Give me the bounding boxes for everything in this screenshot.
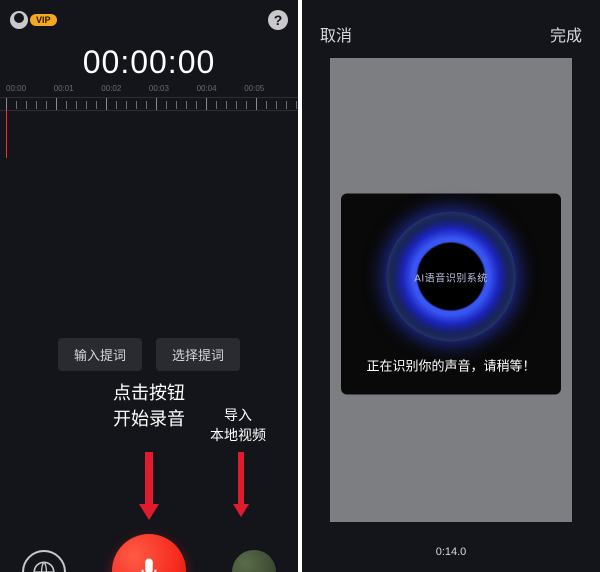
top-bar: VIP ? xyxy=(10,10,288,30)
record-button[interactable] xyxy=(112,534,186,572)
vip-badge: VIP xyxy=(30,14,57,26)
ruler-tick-label: 00:02 xyxy=(101,84,149,93)
done-button[interactable]: 完成 xyxy=(550,22,582,46)
timer-display: 00:00:00 xyxy=(0,44,298,81)
cancel-button[interactable]: 取消 xyxy=(320,22,352,46)
import-video-button[interactable] xyxy=(232,550,276,572)
ruler-tick-label: 00:01 xyxy=(54,84,102,93)
ai-modal: AI语音识别系统 正在识别你的声音，请稍等！ xyxy=(341,194,561,395)
timeline-ruler[interactable]: 00:00 00:01 00:02 00:03 00:04 00:05 xyxy=(0,84,298,154)
modal-message: 正在识别你的声音，请稍等！ xyxy=(353,356,549,375)
prompt-button-row: 输入提词 选择提词 xyxy=(0,338,298,371)
ruler-tick-label: 00:03 xyxy=(149,84,197,93)
ruler-tick-label: 00:00 xyxy=(6,84,54,93)
globe-icon xyxy=(31,559,57,572)
ai-recognition-screen: 取消 完成 AI语音识别系统 正在识别你的声音，请稍等！ 0:14.0 xyxy=(302,0,600,572)
select-prompt-button[interactable]: 选择提词 xyxy=(156,338,240,371)
recording-screen: VIP ? 00:00:00 00:00 00:01 00:02 00:03 0… xyxy=(0,0,298,572)
ruler-tick-label: 00:05 xyxy=(244,84,292,93)
arrow-to-record-icon xyxy=(140,452,158,520)
ruler-labels: 00:00 00:01 00:02 00:03 00:04 00:05 xyxy=(0,84,298,93)
time-readout: 0:14.0 xyxy=(302,546,600,558)
record-hint-line: 点击按钮 xyxy=(0,380,298,406)
orb-label: AI语音识别系统 xyxy=(414,269,487,284)
ruler-tick-label: 00:04 xyxy=(197,84,245,93)
mic-icon xyxy=(134,556,164,572)
globe-button[interactable] xyxy=(22,550,66,572)
ai-orb-icon: AI语音识别系统 xyxy=(386,212,516,342)
input-prompt-button[interactable]: 输入提词 xyxy=(58,338,142,371)
import-hint-line: 导入 xyxy=(210,406,266,426)
top-bar: 取消 完成 xyxy=(302,0,600,46)
vip-indicator[interactable]: VIP xyxy=(10,11,57,29)
arrow-to-import-icon xyxy=(232,452,250,517)
ruler-ticks xyxy=(0,97,298,111)
playhead[interactable] xyxy=(6,98,7,158)
import-hint: 导入 本地视频 xyxy=(210,406,266,445)
user-icon xyxy=(10,11,28,29)
import-hint-line: 本地视频 xyxy=(210,426,266,446)
preview-area: AI语音识别系统 正在识别你的声音，请稍等！ xyxy=(330,58,572,522)
bottom-bar xyxy=(0,512,298,572)
help-icon[interactable]: ? xyxy=(268,10,288,30)
